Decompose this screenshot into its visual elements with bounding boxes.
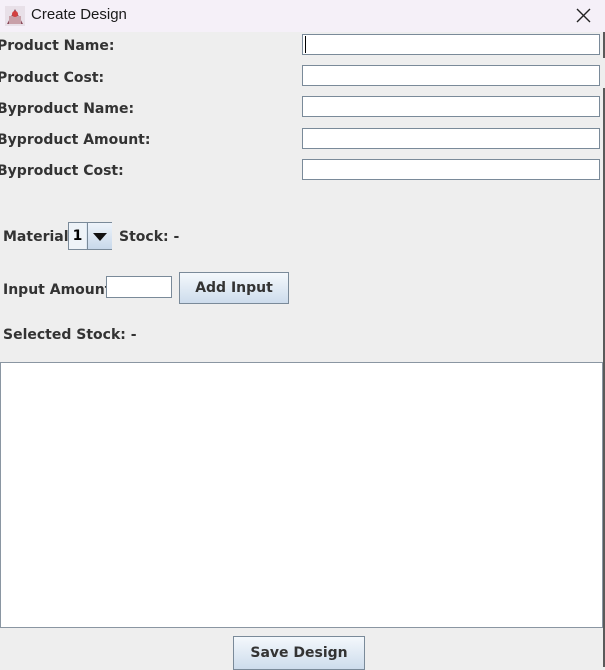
app-icon [5, 6, 25, 26]
material-select[interactable]: 1 [68, 222, 112, 250]
input-amount-label: Input Amount: [3, 282, 117, 298]
text-caret [305, 36, 306, 53]
product-cost-label: Product Cost: [0, 70, 105, 86]
byproduct-amount-field[interactable] [302, 128, 600, 149]
chevron-down-icon[interactable] [87, 223, 112, 249]
byproduct-name-field[interactable] [302, 96, 600, 117]
input-amount-field[interactable] [106, 276, 172, 298]
close-icon[interactable] [568, 0, 600, 32]
product-cost-field[interactable] [302, 65, 600, 86]
material-label: Material: [3, 229, 75, 245]
window-title: Create Design [31, 6, 127, 23]
byproduct-amount-label: Byproduct Amount: [0, 132, 151, 148]
title-bar: Create Design [0, 0, 605, 32]
product-name-field[interactable] [302, 34, 600, 55]
byproduct-name-label: Byproduct Name: [0, 101, 135, 117]
save-design-button[interactable]: Save Design [233, 636, 365, 670]
byproduct-cost-label: Byproduct Cost: [0, 163, 124, 179]
byproduct-cost-field[interactable] [302, 159, 600, 180]
selected-stock-text: Selected Stock: - [3, 327, 137, 343]
inputs-list-area[interactable] [0, 362, 603, 628]
add-input-button[interactable]: Add Input [179, 272, 289, 304]
product-name-label: Product Name: [0, 38, 115, 54]
stock-text: Stock: - [119, 229, 180, 245]
material-selected-value: 1 [69, 223, 86, 249]
